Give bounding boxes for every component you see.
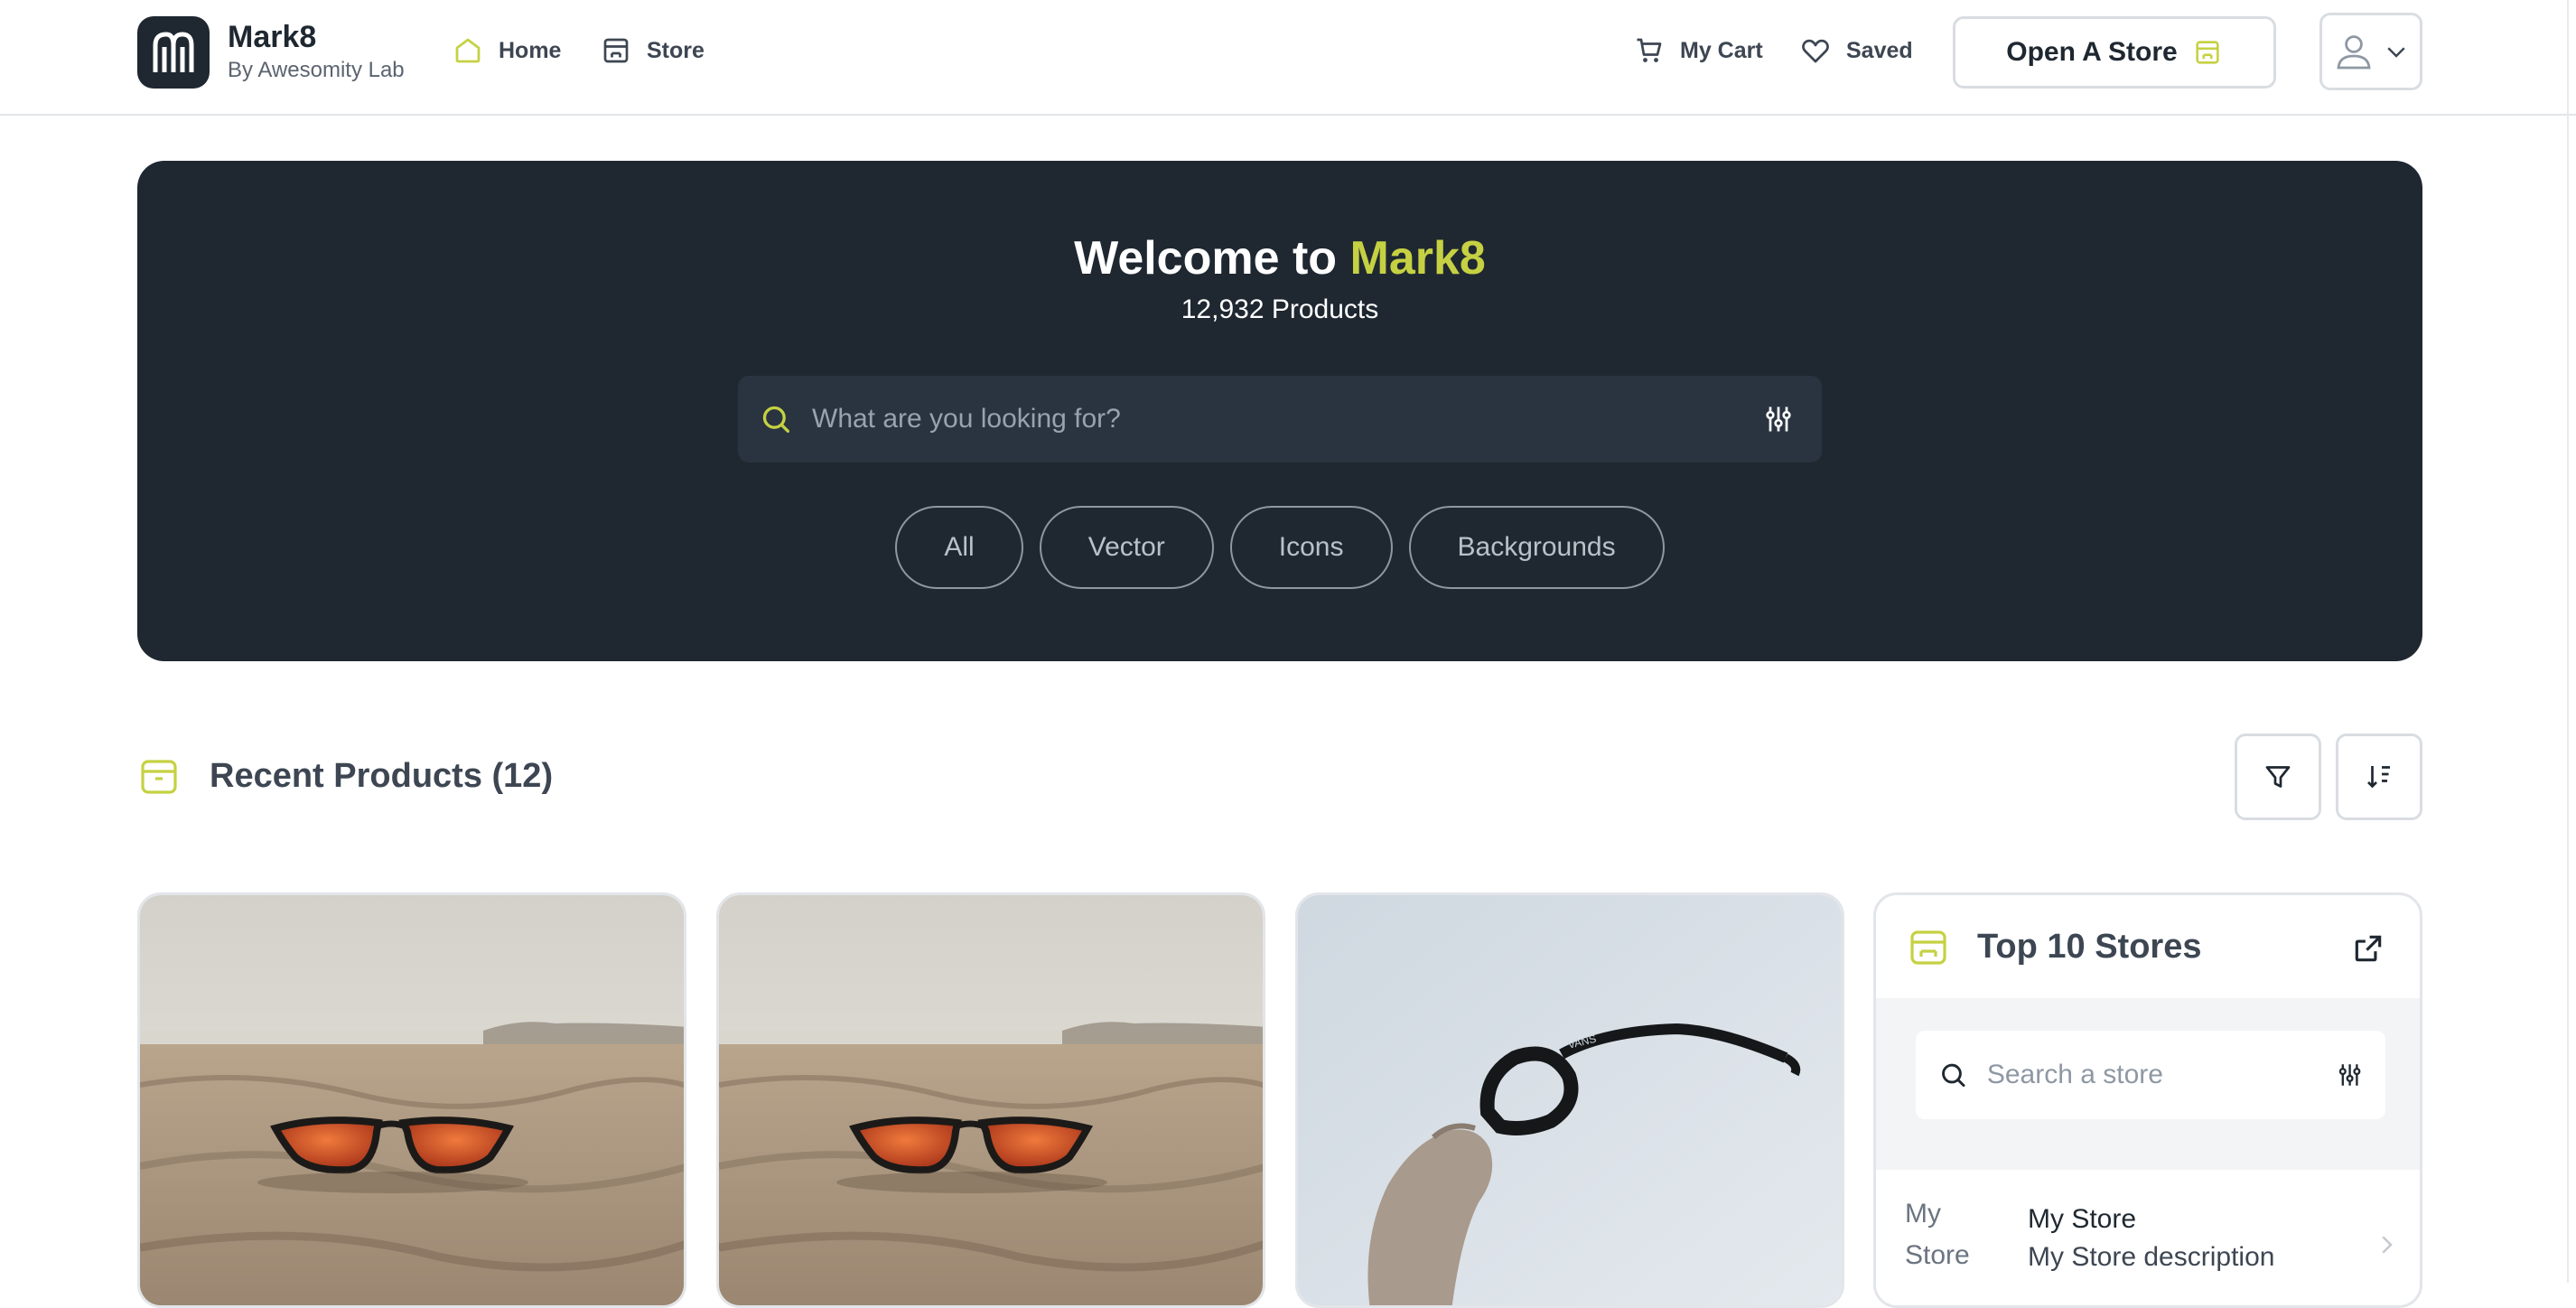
nav-home-label: Home: [499, 37, 562, 63]
store-image: My Store: [1905, 1199, 1970, 1270]
nav-store-label: Store: [647, 37, 705, 63]
product-image: [140, 895, 684, 1305]
chip-icons[interactable]: Icons: [1229, 506, 1393, 589]
search-icon: [1942, 1063, 1965, 1088]
product-card[interactable]: [137, 892, 686, 1308]
sort-button[interactable]: [2336, 733, 2422, 820]
my-cart-label: My Cart: [1680, 37, 1763, 63]
user-avatar-icon: [2337, 35, 2371, 70]
top-navbar: Mark8 By Awesomity Lab Home Store My Car…: [0, 0, 2576, 116]
box-icon: [141, 760, 177, 794]
store-search-bar: [1916, 1031, 2385, 1119]
sort-icon: [2367, 766, 2390, 789]
hero-title-prefix: Welcome to: [1074, 232, 1338, 285]
filter-button[interactable]: [2235, 733, 2321, 820]
product-card[interactable]: [716, 892, 1265, 1308]
page-scrollbar[interactable]: [2567, 0, 2569, 1283]
search-icon: [762, 406, 789, 433]
store-icon: [2196, 41, 2219, 64]
top-stores-panel: Top 10 Stores My Store My Store My Store…: [1873, 892, 2422, 1308]
recent-products-title: Recent Products (12): [210, 757, 554, 795]
top-stores-title: Top 10 Stores: [1977, 928, 2202, 966]
open-a-store-button[interactable]: Open A Store: [1953, 16, 2276, 89]
account-menu-button[interactable]: [2319, 13, 2422, 90]
product-count: 12,932 Products: [1181, 294, 1379, 324]
chip-vector[interactable]: Vector: [1039, 506, 1214, 589]
cart-icon: [1637, 38, 1662, 62]
store-search-input[interactable]: [1986, 1060, 2336, 1090]
store-name: My Store: [2028, 1204, 2137, 1234]
chevron-right-icon: [2382, 1236, 2393, 1254]
product-search-bar: [738, 376, 1822, 462]
store-icon: [603, 38, 629, 63]
top-stores-header: Top 10 Stores: [1876, 895, 2420, 998]
store-search-area: [1876, 998, 2420, 1170]
store-description: My Store description: [2028, 1242, 2275, 1272]
open-store-label: Open A Store: [2006, 37, 2178, 67]
product-search-input[interactable]: [812, 404, 1762, 434]
nav-store[interactable]: Store: [600, 33, 705, 69]
brand-name: Mark8: [228, 20, 317, 54]
chevron-down-icon: [2387, 47, 2405, 58]
logo-icon: [153, 32, 194, 72]
welcome-banner: Welcome to Mark8 12,932 Products All Vec…: [137, 161, 2422, 661]
chip-all[interactable]: All: [895, 506, 1023, 589]
category-chips: All Vector Icons Backgrounds: [137, 506, 2422, 589]
product-card[interactable]: VANS: [1295, 892, 1844, 1308]
saved-link[interactable]: Saved: [1799, 33, 1913, 69]
external-link-icon[interactable]: [2351, 931, 2385, 966]
filter-settings-icon[interactable]: [1762, 403, 1795, 435]
filter-icon: [2265, 766, 2291, 788]
hero-title: Welcome to Mark8: [137, 231, 2422, 285]
hero-title-accent: Mark8: [1349, 232, 1486, 285]
saved-label: Saved: [1846, 37, 1913, 63]
home-icon: [455, 38, 481, 63]
product-image: [719, 895, 1263, 1305]
store-list-item[interactable]: My Store My Store My Store description: [1876, 1170, 2420, 1305]
filter-settings-icon[interactable]: [2336, 1060, 2364, 1090]
my-cart-link[interactable]: My Cart: [1633, 33, 1763, 69]
chip-backgrounds[interactable]: Backgrounds: [1408, 506, 1665, 589]
product-image: VANS: [1298, 895, 1842, 1305]
brand-subtitle: By Awesomity Lab: [228, 58, 405, 82]
brand-logo[interactable]: [137, 16, 210, 89]
store-icon: [1910, 930, 1946, 965]
heart-icon: [1802, 39, 1829, 63]
nav-home[interactable]: Home: [452, 33, 561, 69]
